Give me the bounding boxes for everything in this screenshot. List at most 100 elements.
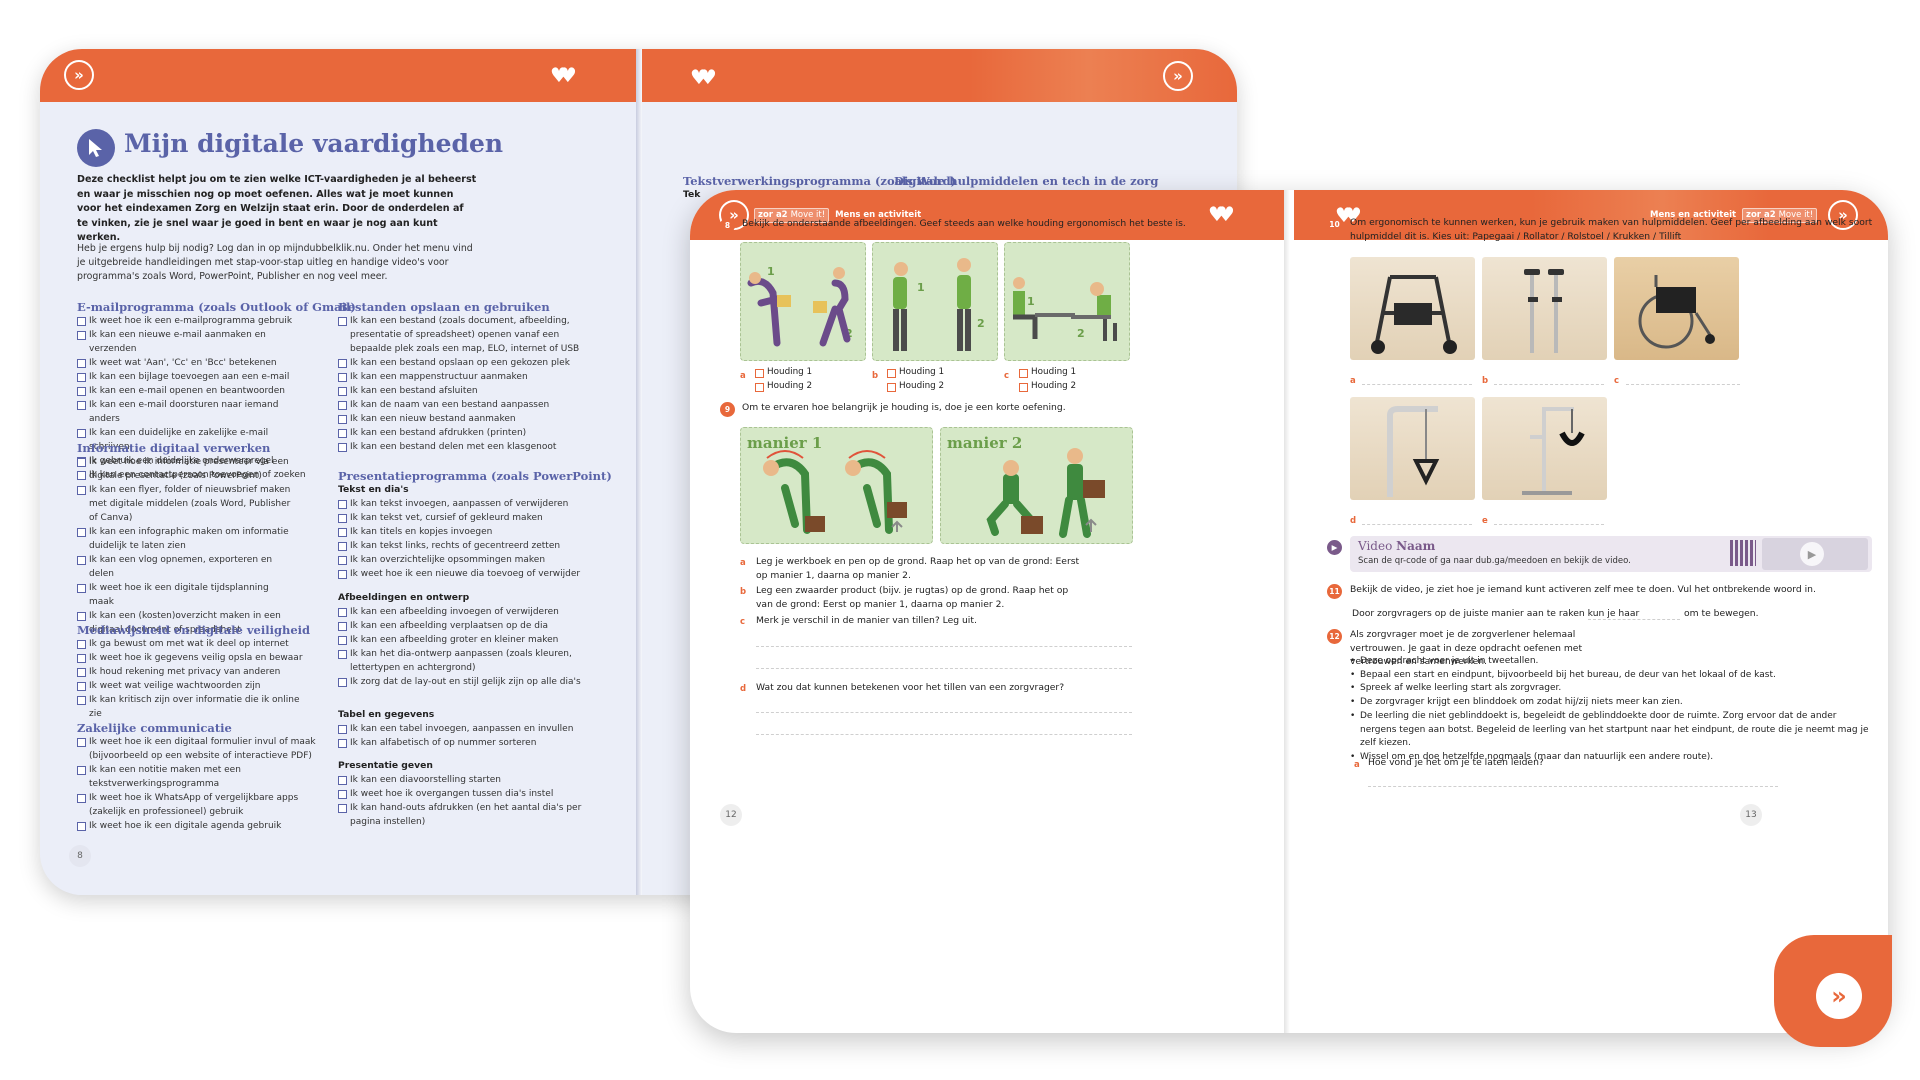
list-item[interactable]: Ik weet hoe ik een digitale tijdsplannin… (77, 581, 292, 609)
checkbox-houding-2[interactable]: Houding 2 (755, 380, 812, 394)
list-item[interactable]: Ik kan hand-outs afdrukken (en het aanta… (338, 801, 588, 829)
checkbox-houding-1[interactable]: Houding 1 (1019, 366, 1076, 380)
header-bar (40, 49, 638, 102)
question-number: 9 (720, 402, 735, 417)
illustration-lifting: 1 2 (740, 242, 866, 361)
list-item[interactable]: Ik ga bewust om met wat ik deel op inter… (77, 637, 307, 651)
qr-code-icon[interactable] (1730, 540, 1756, 566)
list-item[interactable]: Ik kan een notitie maken met een tekstve… (77, 763, 317, 791)
question-number: 10 (1327, 217, 1342, 232)
answer-line[interactable] (756, 668, 1132, 669)
svg-text:1: 1 (917, 281, 925, 294)
list-item[interactable]: Ik kan het dia-ontwerp aanpassen (zoals … (338, 647, 588, 675)
video-text: Scan de qr-code of ga naar dub.ga/meedoe… (1358, 556, 1631, 566)
option-letter: d (1350, 516, 1357, 526)
answer-line[interactable] (1362, 384, 1472, 385)
list-item[interactable]: Ik zorg dat de lay-out en stijl gelijk z… (338, 675, 588, 689)
question-number: 12 (1327, 629, 1342, 644)
checklist-media: Ik ga bewust om met wat ik deel op inter… (77, 637, 307, 721)
play-icon[interactable]: ▶ (1800, 542, 1824, 566)
next-page-button[interactable]: » (1774, 935, 1892, 1047)
list-item[interactable]: Ik weet hoe ik gegevens veilig opsla en … (77, 651, 307, 665)
list-item[interactable]: Ik weet hoe ik een digitale agenda gebru… (77, 819, 317, 833)
checkbox-group-b: Houding 1 Houding 2 (887, 366, 944, 393)
list-item[interactable]: Ik kan tekst links, rechts of gecentreer… (338, 539, 588, 553)
checklist-tabel: Ik kan een tabel invoegen, aanpassen en … (338, 722, 588, 750)
list-item[interactable]: Ik kan de naam van een bestand aanpassen (338, 398, 588, 412)
list-item[interactable]: Ik kan een flyer, folder of nieuwsbrief … (77, 483, 292, 525)
list-item[interactable]: Ik kan titels en kopjes invoegen (338, 525, 588, 539)
list-item[interactable]: Ik kan een infographic maken om informat… (77, 525, 292, 553)
list-item[interactable]: Ik kan een bestand (zoals document, afbe… (338, 314, 588, 356)
list-item[interactable]: Ik kan kritisch zijn over informatie die… (77, 693, 307, 721)
photo-wheelchair (1614, 257, 1739, 360)
option-letter: e (1482, 516, 1488, 526)
list-item[interactable]: Ik kan tekst invoegen, aanpassen of verw… (338, 497, 588, 511)
svg-text:2: 2 (977, 317, 985, 330)
list-item[interactable]: Ik kan een bestand opslaan op een gekoze… (338, 356, 588, 370)
question-text: Om te ervaren hoe belangrijk je houding … (742, 402, 1066, 413)
option-letter: c (1004, 371, 1010, 381)
question-text: Bekijk de onderstaande afbeeldingen. Gee… (742, 218, 1186, 229)
answer-line[interactable] (1362, 524, 1472, 525)
photo-crutches (1482, 257, 1607, 360)
list-item[interactable]: Ik weet hoe ik een nieuwe dia toevoeg of… (338, 567, 588, 581)
answer-line[interactable] (1626, 384, 1740, 385)
svg-text:1: 1 (1027, 295, 1035, 308)
header-bar (642, 49, 1237, 102)
list-item[interactable]: Ik kan een tabel invoegen, aanpassen en … (338, 722, 588, 736)
chevron-right-icon[interactable]: » (64, 60, 94, 90)
fill-in-blank[interactable] (1588, 619, 1680, 620)
page-number: 13 (1740, 804, 1762, 826)
list-item[interactable]: Ik kan een afbeelding verplaatsen op de … (338, 619, 588, 633)
video-thumbnail[interactable]: ▶ (1762, 538, 1868, 570)
video-card[interactable]: Video Naam Scan de qr-code of ga naar du… (1350, 536, 1872, 572)
list-item[interactable]: Ik kan een diavoorstelling starten (338, 773, 588, 787)
list-item[interactable]: Ik kan tekst vet, cursief of gekleurd ma… (338, 511, 588, 525)
list-item[interactable]: Ik kan een nieuwe e-mail aanmaken en ver… (77, 328, 307, 356)
list-item[interactable]: Ik kan een mappenstructuur aanmaken (338, 370, 588, 384)
list-item[interactable]: Ik kan een nieuw bestand aanmaken (338, 412, 588, 426)
svg-text:2: 2 (1077, 327, 1085, 340)
checkbox-houding-1[interactable]: Houding 1 (887, 366, 944, 380)
list-item[interactable]: Ik kan overzichtelijke opsommingen maken (338, 553, 588, 567)
answer-line[interactable] (756, 646, 1132, 647)
list-item[interactable]: Ik kan een bestand afsluiten (338, 384, 588, 398)
answer-line[interactable] (1494, 524, 1604, 525)
checklist-info: Ik weet hoe ik informatie presenteer via… (77, 455, 292, 637)
photo-rollator (1350, 257, 1475, 360)
checkbox-houding-2[interactable]: Houding 2 (887, 380, 944, 394)
question-12a: Hoe vond je het om je te laten leiden? (1368, 757, 1544, 768)
checkbox-houding-1[interactable]: Houding 1 (755, 366, 812, 380)
answer-line[interactable] (1494, 384, 1604, 385)
video-title: Video Naam (1358, 539, 1436, 553)
photo-papegaai (1350, 397, 1475, 500)
list-item[interactable]: Ik kan een e-mail openen en beantwoorden (77, 384, 307, 398)
hearts-icon: ♥♥ (550, 63, 577, 87)
chevron-right-icon[interactable]: » (1816, 973, 1862, 1019)
list-item[interactable]: Ik kan een bijlage toevoegen aan een e-m… (77, 370, 307, 384)
list-item[interactable]: Ik weet hoe ik een digitaal formulier in… (77, 735, 317, 763)
list-item[interactable]: Ik weet wat 'Aan', 'Cc' en 'Bcc' beteken… (77, 356, 307, 370)
checkbox-houding-2[interactable]: Houding 2 (1019, 380, 1076, 394)
list-item[interactable]: Ik houd rekening met privacy van anderen (77, 665, 307, 679)
answer-line[interactable] (756, 712, 1132, 713)
list-item[interactable]: Ik weet hoe ik informatie presenteer via… (77, 455, 292, 483)
chevron-right-icon[interactable]: » (1163, 61, 1193, 91)
list-item[interactable]: Ik kan een bestand delen met een klasgen… (338, 440, 588, 454)
list-item[interactable]: Ik kan een afbeelding invoegen of verwij… (338, 605, 588, 619)
list-item[interactable]: Ik weet hoe ik een e-mailprogramma gebru… (77, 314, 307, 328)
answer-line[interactable] (1368, 786, 1778, 787)
list-item[interactable]: Ik kan een vlog opnemen, exporteren en d… (77, 553, 292, 581)
list-item[interactable]: Ik weet wat veilige wachtwoorden zijn (77, 679, 307, 693)
answer-line[interactable] (756, 734, 1132, 735)
list-item[interactable]: Ik weet hoe ik WhatsApp of vergelijkbare… (77, 791, 317, 819)
list-item[interactable]: Ik weet hoe ik overgangen tussen dia's i… (338, 787, 588, 801)
list-item[interactable]: Ik kan een afbeelding groter en kleiner … (338, 633, 588, 647)
question-9c: Merk je verschil in de manier van tillen… (756, 615, 977, 626)
hearts-icon: ♥♥ (690, 65, 717, 89)
list-item[interactable]: Ik kan een bestand afdrukken (printen) (338, 426, 588, 440)
list-item[interactable]: Ik kan een e-mail doorsturen naar iemand… (77, 398, 307, 426)
list-item[interactable]: Ik kan alfabetisch of op nummer sorteren (338, 736, 588, 750)
gutter (1284, 190, 1294, 1033)
